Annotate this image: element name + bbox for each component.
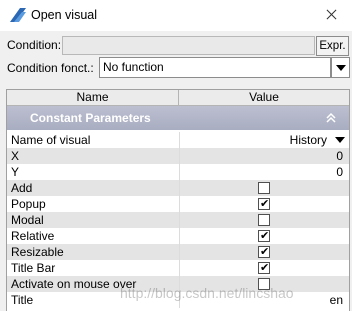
property-row-modal[interactable]: Modal bbox=[7, 212, 349, 228]
modal-checkbox[interactable] bbox=[258, 214, 270, 226]
property-name: Resizable bbox=[11, 245, 64, 259]
property-row-add[interactable]: Add bbox=[7, 180, 349, 196]
property-row-x[interactable]: X 0 bbox=[7, 148, 349, 164]
relative-checkbox[interactable] bbox=[258, 229, 270, 243]
property-row-relative[interactable]: Relative bbox=[7, 228, 349, 244]
title-bar[interactable]: Open visual bbox=[0, 0, 352, 31]
property-rows: Name of visual History X 0 Y 0 Add Popup… bbox=[7, 132, 349, 308]
window-title: Open visual bbox=[31, 8, 98, 22]
column-divider bbox=[179, 292, 180, 308]
dropdown-arrow-icon[interactable] bbox=[335, 137, 345, 143]
property-value[interactable]: 0 bbox=[336, 165, 343, 179]
condition-function-select[interactable]: No function bbox=[99, 57, 331, 78]
chevron-down-icon[interactable] bbox=[331, 57, 350, 78]
property-name: Modal bbox=[11, 213, 44, 227]
condition-label: Condition: bbox=[7, 38, 62, 52]
open-visual-dialog: Open visual Condition: Expr. Condition f… bbox=[0, 0, 352, 311]
section-title: Constant Parameters bbox=[30, 111, 151, 125]
title-bar-checkbox[interactable] bbox=[258, 261, 270, 275]
property-name: Add bbox=[11, 181, 33, 195]
column-header-value[interactable]: Value bbox=[179, 90, 349, 105]
property-name: Activate on mouse over bbox=[11, 277, 137, 291]
column-divider bbox=[179, 164, 180, 180]
double-chevron-up-icon[interactable] bbox=[325, 112, 337, 124]
property-row-activate-on-mouse-over[interactable]: Activate on mouse over bbox=[7, 276, 349, 292]
property-row-title-bar[interactable]: Title Bar bbox=[7, 260, 349, 276]
app-icon bbox=[10, 8, 26, 22]
property-name: Title Bar bbox=[11, 261, 56, 275]
property-row-resizable[interactable]: Resizable bbox=[7, 244, 349, 260]
expr-button[interactable]: Expr. bbox=[316, 36, 349, 56]
column-divider bbox=[179, 228, 180, 244]
column-divider bbox=[179, 212, 180, 228]
popup-checkbox[interactable] bbox=[258, 197, 270, 211]
column-divider bbox=[179, 196, 180, 212]
property-name: Relative bbox=[11, 229, 55, 243]
column-divider bbox=[179, 260, 180, 276]
column-divider bbox=[179, 180, 180, 196]
property-name: Name of visual bbox=[11, 133, 91, 147]
property-row-title[interactable]: Title en bbox=[7, 292, 349, 308]
grid-header: Name Value bbox=[7, 90, 349, 106]
property-grid: Name Value Constant Parameters Name of v… bbox=[6, 89, 350, 311]
property-value[interactable]: 0 bbox=[336, 149, 343, 163]
property-name: Title bbox=[11, 293, 34, 307]
resizable-checkbox[interactable] bbox=[258, 245, 270, 259]
property-name: X bbox=[11, 149, 20, 163]
property-name: Y bbox=[11, 165, 20, 179]
activate-on-mouse-over-checkbox[interactable] bbox=[258, 278, 270, 290]
condition-input[interactable] bbox=[62, 36, 315, 55]
section-constant-parameters[interactable]: Constant Parameters bbox=[7, 106, 349, 130]
property-value[interactable]: History bbox=[290, 133, 327, 147]
property-name: Popup bbox=[11, 197, 46, 211]
column-divider bbox=[179, 132, 180, 148]
property-row-popup[interactable]: Popup bbox=[7, 196, 349, 212]
column-header-name[interactable]: Name bbox=[7, 90, 179, 105]
column-divider bbox=[179, 148, 180, 164]
add-checkbox[interactable] bbox=[258, 182, 270, 194]
condition-function-label: Condition fonct.: bbox=[7, 61, 94, 75]
column-divider bbox=[179, 276, 180, 292]
column-divider bbox=[179, 244, 180, 260]
property-value[interactable]: en bbox=[330, 293, 343, 307]
close-icon[interactable] bbox=[316, 2, 346, 28]
property-row-y[interactable]: Y 0 bbox=[7, 164, 349, 180]
property-row-name-of-visual[interactable]: Name of visual History bbox=[7, 132, 349, 148]
